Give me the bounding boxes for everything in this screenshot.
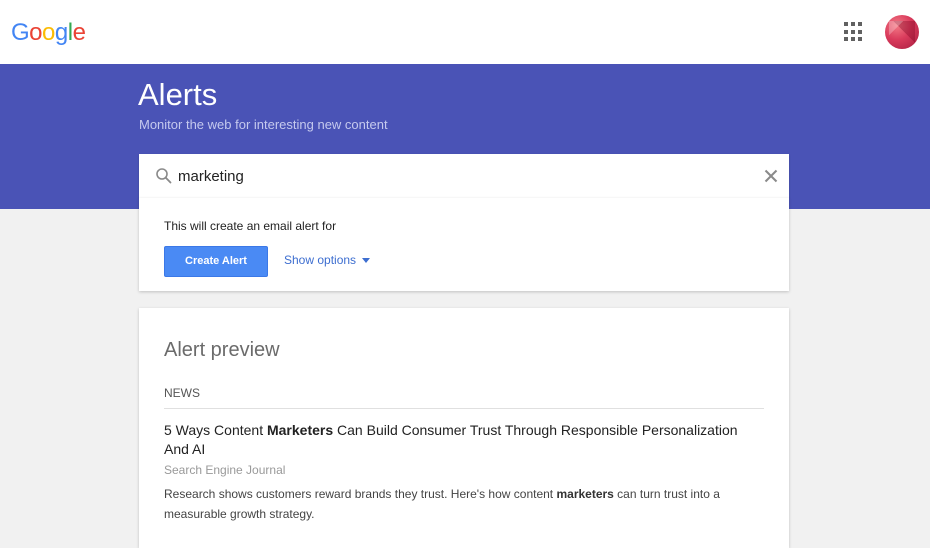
show-options-link[interactable]: Show options [284,253,371,267]
snippet-text: Research shows customers reward brands t… [164,487,557,501]
top-bar: Google [0,0,930,64]
article-source: Search Engine Journal [164,463,286,477]
apps-grid-icon[interactable] [844,22,864,42]
logo-letter: G [11,19,30,46]
create-alert-description: This will create an email alert for [164,219,337,233]
search-box [139,154,789,198]
create-alert-button[interactable]: Create Alert [164,246,268,277]
page-subtitle: Monitor the web for interesting new cont… [139,117,388,132]
logo-letter: g [54,19,68,46]
news-section-label: NEWS [164,386,200,400]
page-title: Alerts [138,77,218,112]
article-title-highlight: Marketers [266,422,334,438]
chevron-down-icon [362,257,371,263]
snippet-highlight: marketers [556,487,614,501]
article-title-text: 5 Ways Content [164,422,267,438]
profile-avatar[interactable] [885,15,919,49]
search-icon [156,168,172,184]
article-snippet: Research shows customers reward brands t… [164,484,744,524]
alert-preview-title: Alert preview [164,339,280,361]
logo-letter: o [42,19,55,46]
google-logo[interactable]: Google [11,19,86,47]
article-title-link[interactable]: 5 Ways Content Marketers Can Build Consu… [164,421,764,459]
logo-letter: e [72,19,86,46]
divider [164,408,764,409]
show-options-label: Show options [284,253,357,267]
close-icon[interactable] [763,168,779,184]
alert-preview-card: Alert preview NEWS 5 Ways Content Market… [139,308,789,548]
logo-letter: o [29,19,43,46]
create-alert-card: This will create an email alert for Crea… [139,198,789,291]
search-input[interactable] [178,165,748,187]
